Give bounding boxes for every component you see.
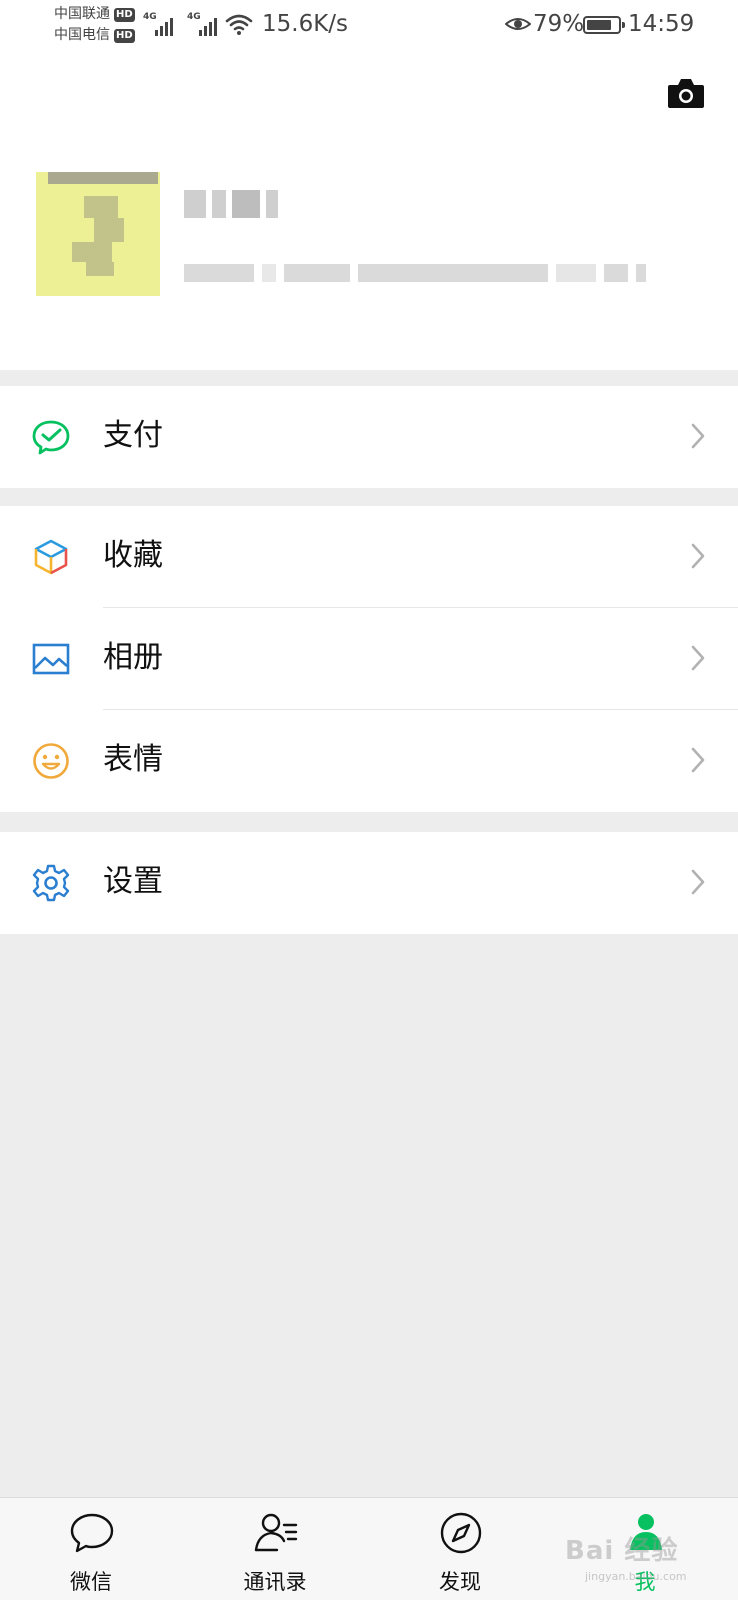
chevron-right-icon [691,869,705,895]
profile-header[interactable] [0,52,738,370]
carrier-info: 中国联通 HD 中国电信 HD [54,4,135,46]
clock: 14:59 [628,11,695,37]
payment-icon [32,420,70,455]
menu-label: 表情 [103,742,163,777]
menu-item-favorites[interactable]: 收藏 [0,506,738,608]
signal-icon: 4G [187,12,223,36]
camera-icon[interactable] [667,76,705,110]
profile-wechat-id [184,258,714,288]
wifi-icon [225,14,253,35]
eye-comfort-icon [505,18,531,30]
tab-label: 发现 [439,1570,481,1594]
menu-group-content: 收藏 相册 表情 [0,506,738,812]
contacts-icon [254,1513,298,1552]
signal-icon: 4G [143,12,179,36]
status-bar: 中国联通 HD 中国电信 HD 4G 4G 15.6K/s 79% 14:59 [0,0,738,52]
hd-badge-1: HD [114,7,135,22]
menu-label: 相册 [103,640,163,675]
menu-label: 设置 [103,864,163,899]
chevron-right-icon [691,747,705,773]
signal-indicators: 4G 4G [143,12,223,36]
menu-label: 支付 [103,418,163,453]
battery-percent: 79% [533,11,585,37]
baidu-watermark: Bai 经验 [565,1536,679,1566]
smiley-face-icon [33,743,69,779]
chevron-right-icon [691,543,705,569]
hd-badge-2: HD [114,28,135,43]
menu-group-settings: 设置 [0,832,738,934]
profile-nickname [184,185,284,223]
chevron-right-icon [691,645,705,671]
gear-icon [32,864,70,902]
tab-label: 微信 [70,1570,112,1594]
menu-item-payment[interactable]: 支付 [0,386,738,488]
carrier-name-1: 中国联通 [54,6,110,22]
menu-item-settings[interactable]: 设置 [0,832,738,934]
chat-bubble-icon [70,1513,114,1553]
menu-item-stickers[interactable]: 表情 [0,710,738,812]
album-image-icon [32,643,70,675]
menu-item-album[interactable]: 相册 [0,608,738,710]
avatar[interactable] [36,172,160,296]
favorites-cube-icon [34,539,68,575]
menu-group-payment: 支付 [0,386,738,488]
app-root: 中国联通 HD 中国电信 HD 4G 4G 15.6K/s 79% 14:59 … [0,0,738,1600]
network-speed: 15.6K/s [262,11,349,37]
compass-icon [440,1512,482,1554]
tab-discover[interactable]: 发现 [400,1510,520,1598]
tab-contacts[interactable]: 通讯录 [215,1510,335,1598]
baidu-watermark-url: jingyan.baidu.com [585,1570,687,1583]
tab-label: 通讯录 [243,1570,307,1594]
tab-chats[interactable]: 微信 [31,1510,151,1598]
chevron-right-icon [691,423,705,449]
carrier-name-2: 中国电信 [54,27,110,43]
battery-icon [583,16,625,34]
menu-label: 收藏 [103,538,163,573]
